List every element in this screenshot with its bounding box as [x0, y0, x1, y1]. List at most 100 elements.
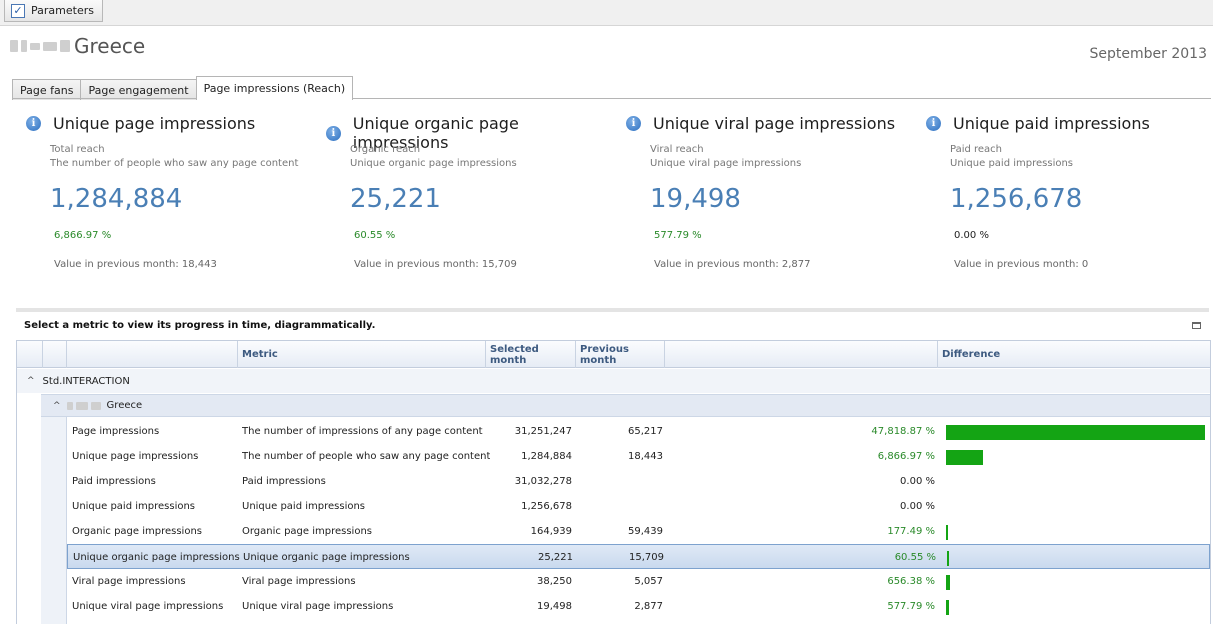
- change-percent: 6,866.97 %: [877, 451, 935, 462]
- kpi-card-unique-organic: i Unique organic page impressions Organic…: [316, 104, 616, 304]
- kpi-previous: Value in previous month: 15,709: [354, 259, 517, 270]
- kpi-title: Unique paid impressions: [953, 114, 1150, 133]
- collapse-caret-icon[interactable]: ^: [27, 376, 35, 386]
- tab-bar: Page fans Page engagement Page impressio…: [12, 76, 354, 100]
- previous-month-value: [577, 469, 663, 494]
- metric-name: Paid impressions: [72, 476, 156, 487]
- selected-month-value: 1,284,884: [521, 451, 572, 462]
- header-difference[interactable]: Difference: [938, 341, 1210, 368]
- table-row[interactable]: Organic page impressions Organic page imp…: [67, 519, 1210, 544]
- previous-month-value: 5,057: [634, 576, 663, 587]
- header-previous-month[interactable]: Previous month: [576, 341, 665, 368]
- kpi-description: Unique paid impressions: [950, 158, 1074, 169]
- change-percent: 60.55 %: [894, 552, 936, 563]
- metric-name: Viral page impressions: [72, 576, 186, 587]
- grid-instructions: Select a metric to view its progress in …: [24, 320, 376, 331]
- kpi-value: 1,284,884: [50, 184, 183, 214]
- metric-description: Viral page impressions: [242, 576, 356, 587]
- kpi-previous: Value in previous month: 18,443: [54, 259, 217, 270]
- previous-month-value: 59,439: [628, 526, 663, 537]
- metric-name: Unique paid impressions: [72, 501, 196, 512]
- difference-bar: [946, 575, 950, 590]
- tab-page-engagement[interactable]: Page engagement: [80, 79, 197, 100]
- kpi-subtitle: Paid reach: [950, 144, 1003, 155]
- selected-month-value: 19,498: [537, 601, 572, 612]
- metric-name: Unique viral page impressions: [72, 601, 224, 612]
- metric-description: The number of people who saw any page co…: [242, 451, 490, 462]
- kpi-card-unique-page-impressions: i Unique page impressions Total reach The…: [16, 104, 316, 304]
- kpi-description: Unique organic page impressions: [350, 158, 517, 169]
- page-title: Greece: [10, 34, 145, 58]
- header-selected-month[interactable]: Selected month: [486, 341, 576, 368]
- metric-description: Organic page impressions: [242, 526, 373, 537]
- change-percent: 577.79 %: [887, 601, 935, 612]
- selected-month-value: 31,251,247: [514, 426, 572, 437]
- metric-description: Unique paid impressions: [242, 501, 366, 512]
- table-row[interactable]: Viral page impressions Viral page impress…: [67, 569, 1210, 594]
- difference-bar: [946, 450, 983, 465]
- header-change[interactable]: [665, 341, 938, 368]
- group-row-page[interactable]: ^ Greece: [41, 394, 1210, 417]
- kpi-panel: i Unique page impressions Total reach The…: [16, 104, 1211, 304]
- selected-month-value: 164,939: [530, 526, 572, 537]
- difference-bar: [947, 551, 949, 566]
- kpi-previous: Value in previous month: 2,877: [654, 259, 811, 270]
- change-percent: 47,818.87 %: [871, 426, 935, 437]
- kpi-title: Unique viral page impressions: [653, 114, 896, 133]
- change-percent: 656.38 %: [887, 576, 935, 587]
- kpi-subtitle: Organic reach: [350, 144, 421, 155]
- kpi-subtitle: Viral reach: [650, 144, 704, 155]
- difference-bar: [946, 600, 949, 615]
- table-row[interactable]: Unique paid impressions Unique paid impre…: [67, 494, 1210, 519]
- collapse-caret-icon[interactable]: ^: [53, 401, 61, 411]
- table-row[interactable]: Unique viral page impressions Unique vira…: [67, 594, 1210, 619]
- kpi-value: 1,256,678: [950, 184, 1083, 214]
- entity-name: Greece: [74, 34, 146, 58]
- kpi-change: 60.55 %: [354, 230, 396, 241]
- parameters-label: Parameters: [31, 4, 94, 17]
- metrics-grid: Metric Selected month Previous month Dif…: [16, 340, 1211, 624]
- info-icon[interactable]: i: [626, 116, 641, 131]
- tab-page-fans[interactable]: Page fans: [12, 79, 82, 100]
- month-label: September 2013: [1089, 46, 1207, 62]
- kpi-previous: Value in previous month: 0: [954, 259, 1089, 270]
- redacted-logo: [10, 40, 70, 52]
- info-icon[interactable]: i: [326, 125, 341, 141]
- kpi-card-unique-paid: i Unique paid impressions Paid reach Uniq…: [916, 104, 1213, 304]
- group-label: Greece: [106, 400, 143, 411]
- previous-month-value: 65,217: [628, 426, 663, 437]
- change-percent: 0.00 %: [900, 476, 935, 487]
- difference-bar: [946, 425, 1205, 440]
- grid-header: Metric Selected month Previous month Dif…: [17, 341, 1210, 368]
- previous-month-value: 2,877: [634, 601, 663, 612]
- metric-name: Organic page impressions: [72, 526, 203, 537]
- selected-month-value: 1,256,678: [521, 501, 572, 512]
- metric-name: Unique page impressions: [72, 451, 199, 462]
- metric-description: Paid impressions: [242, 476, 326, 487]
- indent-gutter: [41, 417, 67, 624]
- table-row[interactable]: Unique organic page impressions Unique or…: [67, 544, 1210, 569]
- kpi-change: 6,866.97 %: [54, 230, 112, 241]
- kpi-change: 577.79 %: [654, 230, 702, 241]
- kpi-change: 0.00 %: [954, 230, 989, 241]
- difference-bar: [946, 525, 948, 540]
- previous-month-value: [577, 494, 663, 519]
- table-row[interactable]: Unique page impressions The number of peo…: [67, 444, 1210, 469]
- header-metric[interactable]: Metric: [238, 341, 486, 368]
- header-name[interactable]: [67, 341, 238, 368]
- checkbox-icon: ✓: [11, 3, 25, 18]
- group-row-interaction[interactable]: ^ Std.INTERACTION: [17, 369, 1210, 393]
- table-row[interactable]: Paid impressions Paid impressions 31,032,2…: [67, 469, 1210, 494]
- kpi-description: The number of people who saw any page co…: [50, 158, 299, 169]
- previous-month-value: 15,709: [629, 552, 664, 563]
- minimize-icon[interactable]: [1192, 322, 1201, 329]
- table-row[interactable]: Page impressions The number of impression…: [67, 419, 1210, 444]
- kpi-value: 25,221: [350, 184, 441, 214]
- toolbar: ✓ Parameters: [0, 0, 1213, 26]
- tab-page-impressions[interactable]: Page impressions (Reach): [195, 76, 354, 100]
- parameters-button[interactable]: ✓ Parameters: [4, 0, 103, 22]
- info-icon[interactable]: i: [26, 116, 41, 131]
- kpi-subtitle: Total reach: [50, 144, 105, 155]
- info-icon[interactable]: i: [926, 116, 941, 131]
- kpi-description: Unique viral page impressions: [650, 158, 802, 169]
